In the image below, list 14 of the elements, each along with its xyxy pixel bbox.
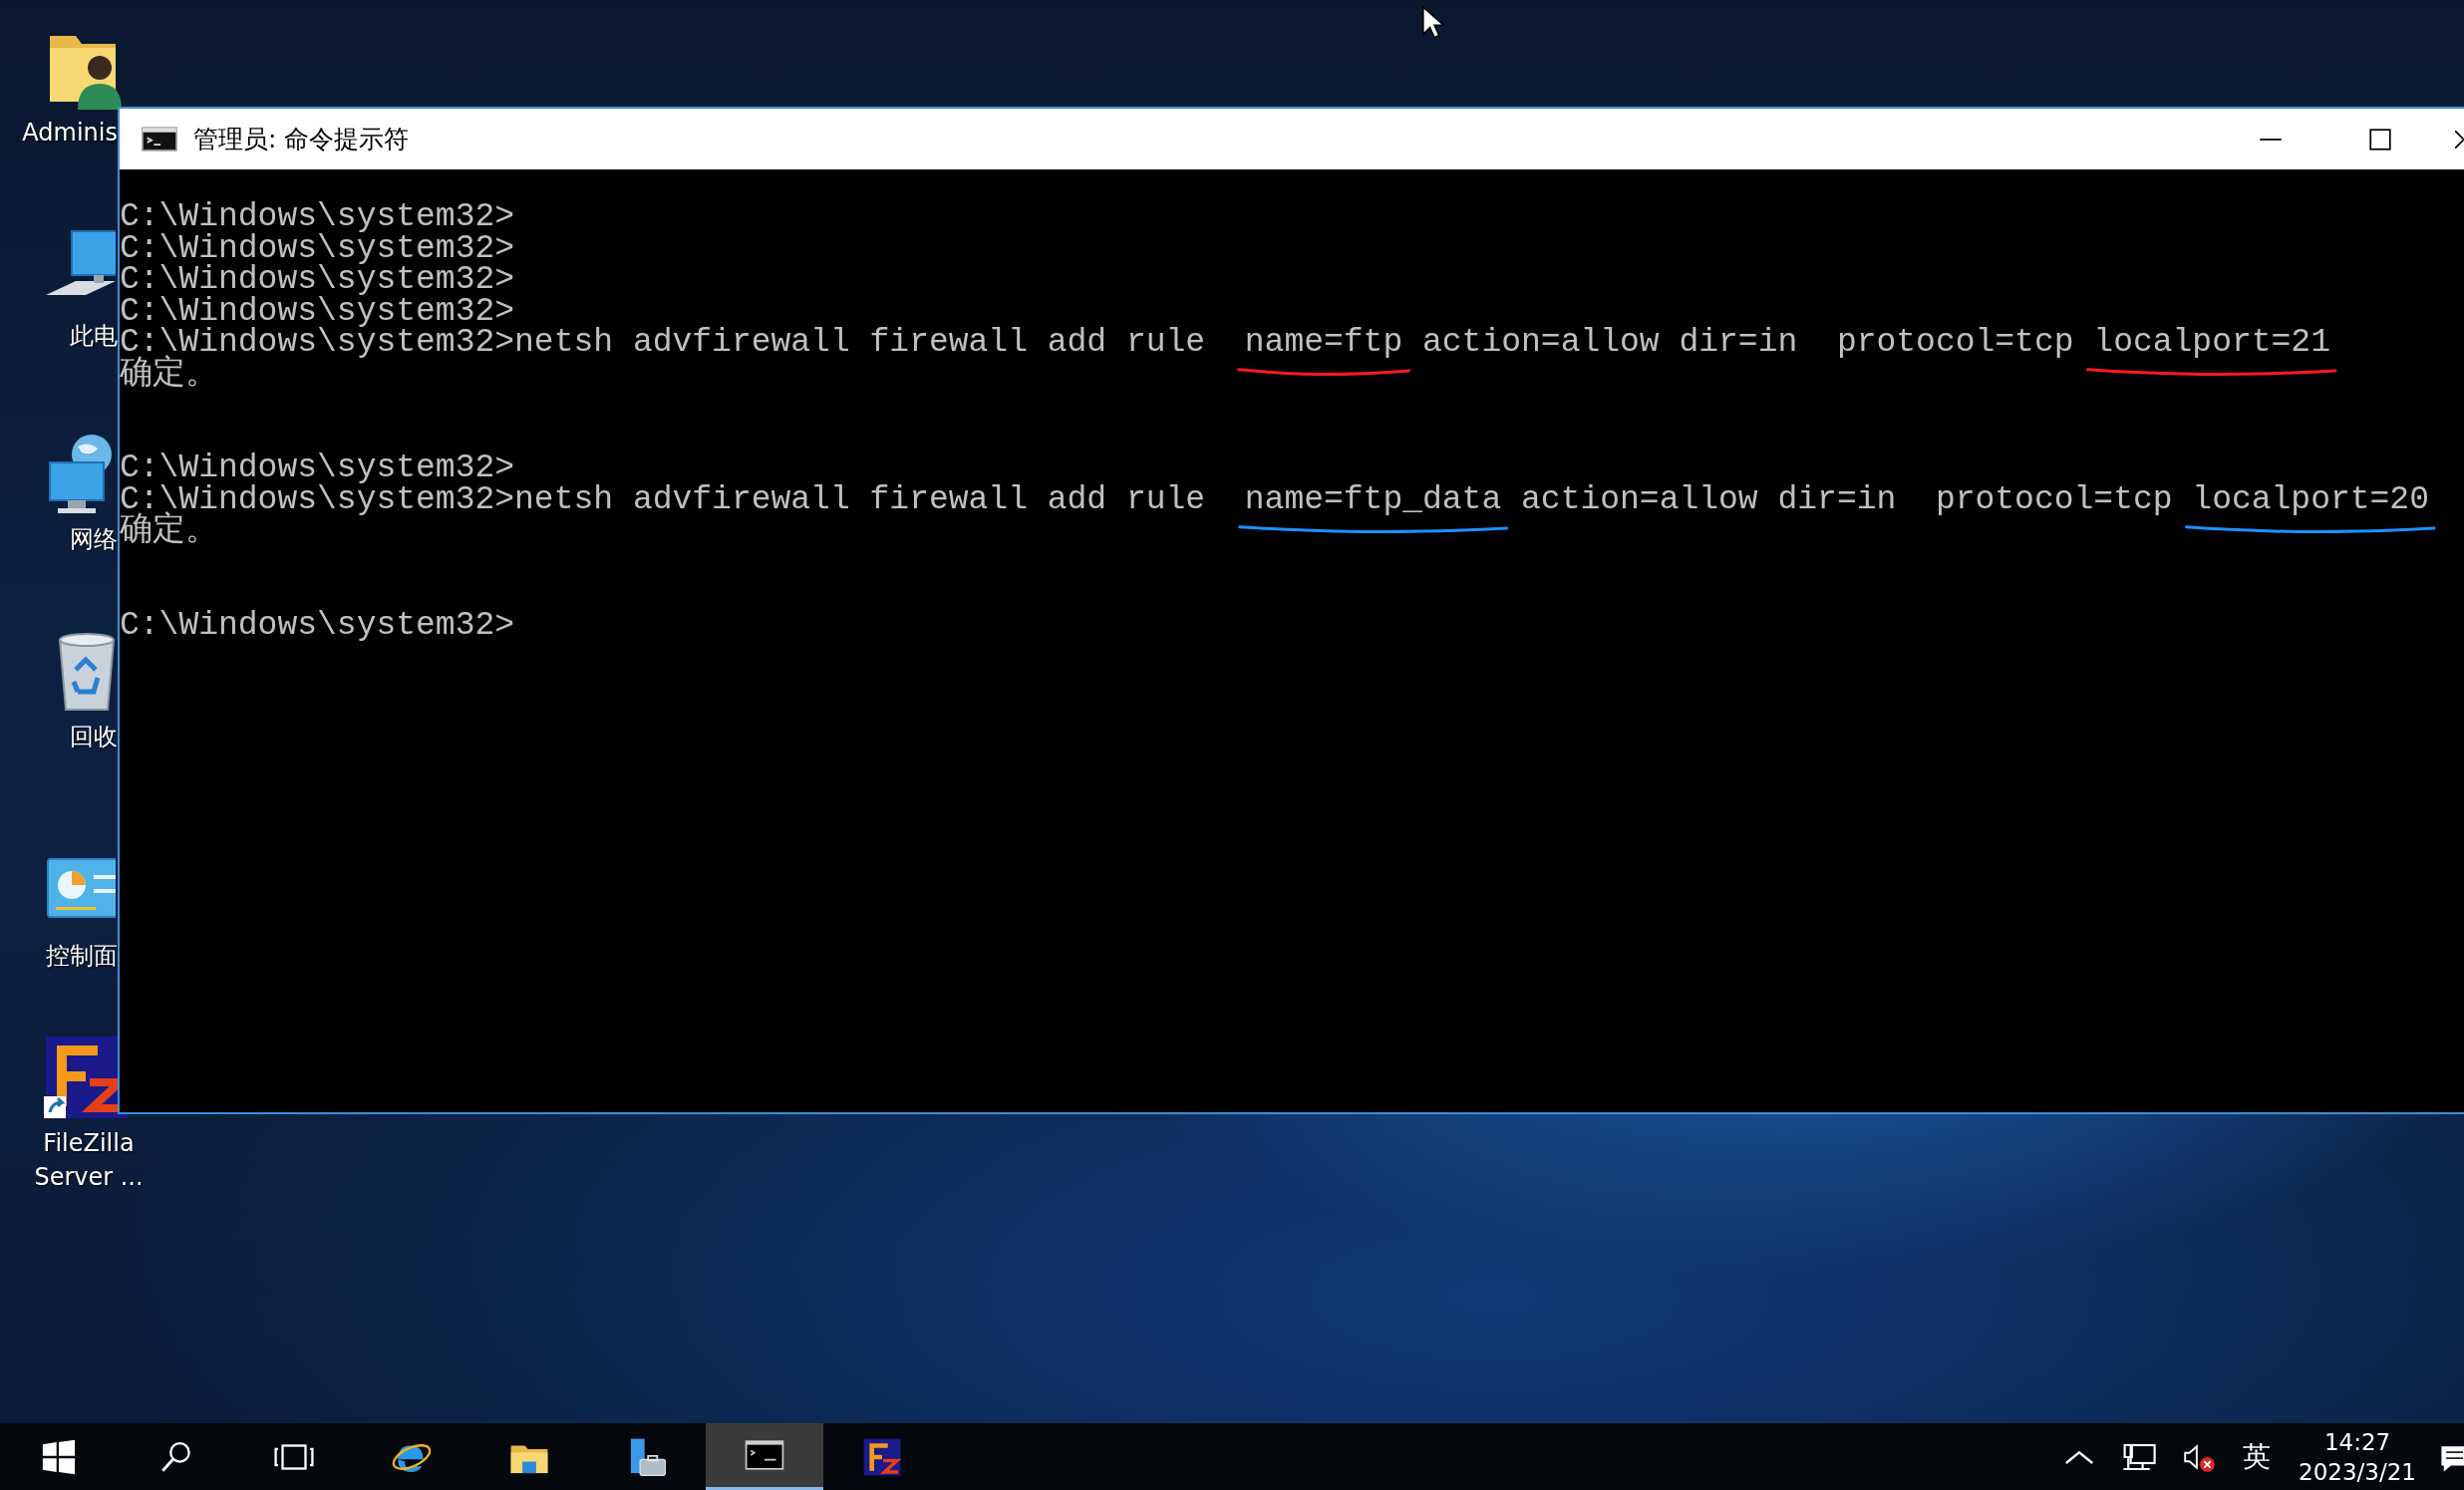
cursor-icon <box>1421 6 1445 40</box>
input-method-indicator[interactable]: 英 <box>2243 1437 2272 1476</box>
maximize-icon[interactable] <box>2367 126 2393 152</box>
desktop-icon-label: FileZilla Server ... <box>33 1128 145 1193</box>
desktop-icon-label: 控制面 <box>46 941 118 972</box>
desktop-icon-label: 回收 <box>70 722 118 752</box>
desktop-icon-label: Adminis <box>22 118 118 149</box>
clock-date[interactable]: 2023/3/21 <box>2299 1456 2416 1487</box>
clock-time[interactable]: 14:27 <box>2323 1426 2391 1457</box>
terminal-icon <box>142 127 177 151</box>
desktop-icon-label: 此电 <box>70 321 118 352</box>
terminal-command-line: C:\Windows\system32> <box>120 606 515 644</box>
desktop-icon-label: 网络 <box>70 524 118 555</box>
window-title: 管理员: 命令提示符 <box>193 124 410 155</box>
